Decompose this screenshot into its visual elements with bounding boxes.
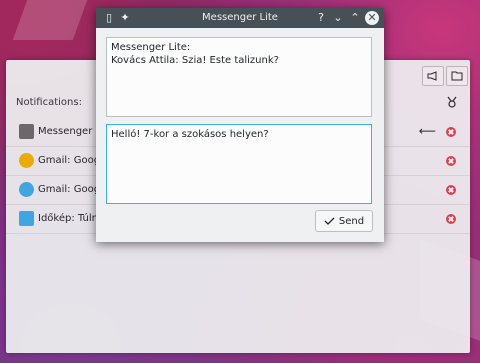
check-icon (324, 217, 335, 225)
history-line: Messenger Lite: (111, 42, 191, 53)
notification-app: Időkép: Túlny (38, 213, 104, 224)
clear-all-icon[interactable] (446, 96, 458, 108)
avatar (19, 124, 34, 139)
folder-icon (451, 71, 463, 81)
megaphone-icon (427, 71, 437, 81)
title-bar[interactable]: ▯ ✦ Messenger Lite ? ⌄ ⌃ ✕ (96, 8, 384, 28)
minimize-button[interactable]: ⌄ (331, 11, 345, 25)
close-button[interactable]: ✕ (365, 11, 379, 25)
dismiss-icon[interactable] (446, 127, 456, 137)
notifications-label: Notifications: (16, 97, 82, 108)
send-label: Send (338, 215, 365, 227)
reply-arrow-icon[interactable]: ⟵ (419, 124, 436, 138)
dismiss-icon[interactable] (446, 214, 456, 224)
quick-reply-dialog: ▯ ✦ Messenger Lite ? ⌄ ⌃ ✕ Messenger Lit… (96, 8, 384, 242)
send-button[interactable]: Send (315, 210, 373, 232)
history-line: Kovács Attila: Szia! Este talizunk? (111, 55, 279, 66)
reply-text: Helló! 7-kor a szokásos helyen? (111, 129, 269, 140)
do-not-disturb-button[interactable] (422, 66, 444, 86)
dismiss-icon[interactable] (446, 185, 456, 195)
dismiss-icon[interactable] (446, 156, 456, 166)
gmail-icon (19, 182, 34, 197)
wallpaper-shape (12, 0, 88, 40)
history-button[interactable] (446, 66, 468, 86)
conversation-history[interactable]: Messenger Lite: Kovács Attila: Szia! Est… (106, 37, 372, 117)
weather-icon (19, 211, 34, 226)
maximize-button[interactable]: ⌃ (348, 11, 362, 25)
gmail-icon (19, 153, 34, 168)
help-button[interactable]: ? (314, 11, 328, 25)
reply-input[interactable]: Helló! 7-kor a szokásos helyen? (106, 124, 372, 204)
